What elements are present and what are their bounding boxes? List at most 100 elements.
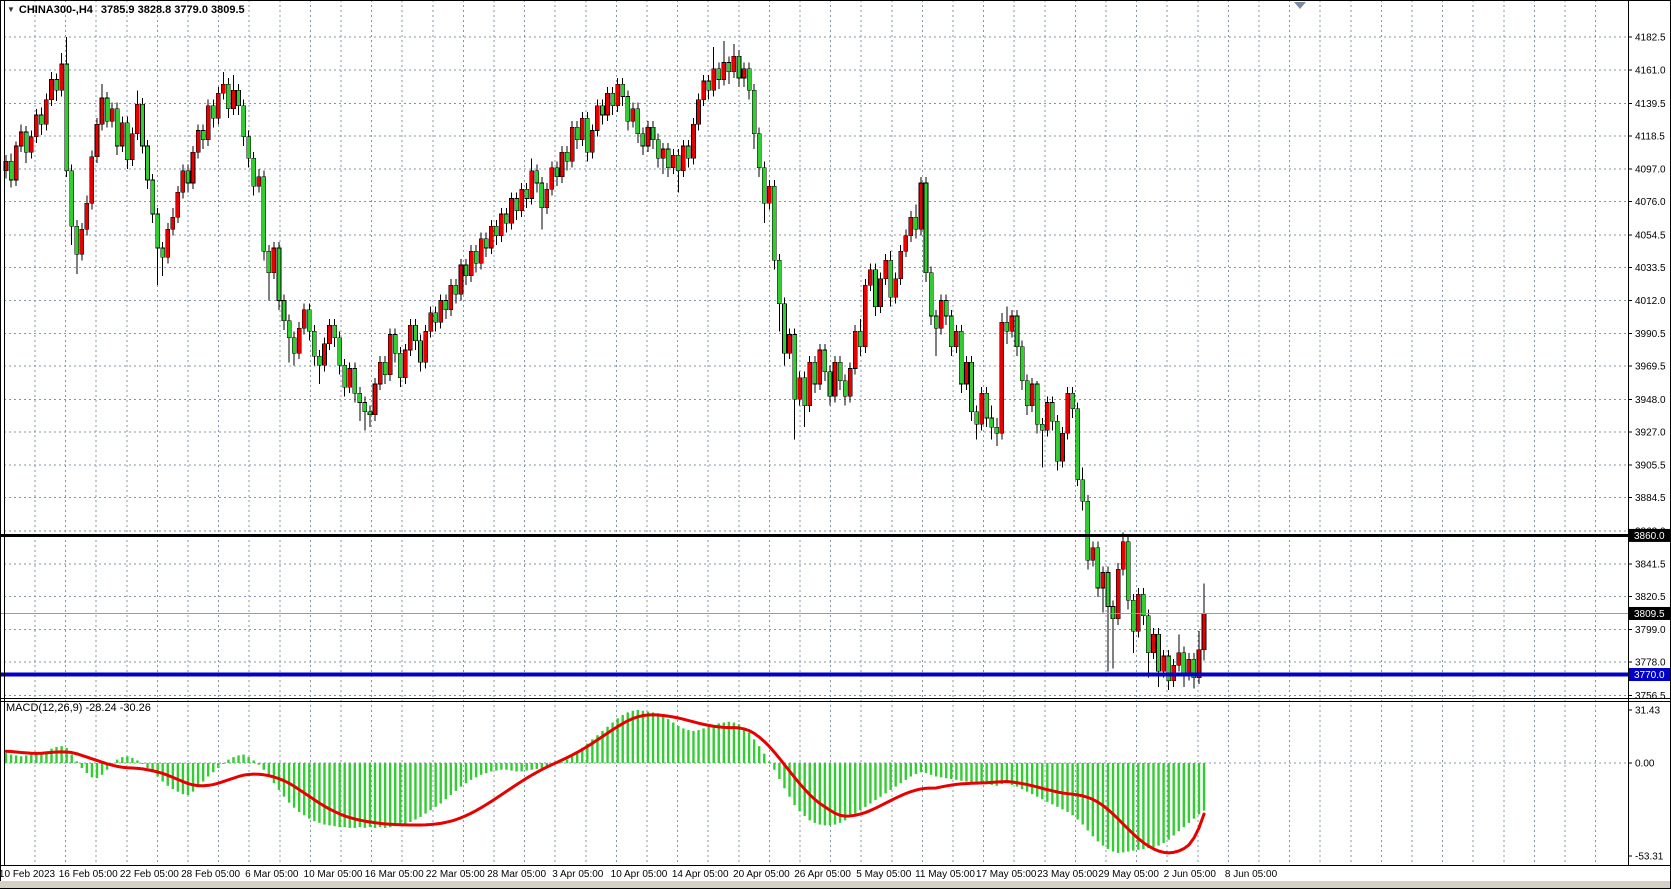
candle-up — [1136, 594, 1140, 631]
candle-up — [489, 226, 493, 248]
price-axis-label: 4054.5 — [1635, 230, 1666, 241]
time-axis[interactable]: 10 Feb 202316 Feb 05:0022 Feb 05:0028 Fe… — [0, 869, 1278, 880]
candle-up — [520, 189, 524, 211]
candle-up — [110, 109, 114, 121]
candle-up — [868, 270, 872, 285]
candle-down — [515, 199, 519, 211]
candle-up — [176, 192, 180, 217]
candle-down — [186, 171, 190, 183]
indicator-name: MACD(12,26,9) — [6, 702, 82, 714]
macd-histogram-bar — [748, 733, 750, 763]
candle-up — [1177, 653, 1181, 665]
macd-histogram-bar — [313, 763, 315, 821]
candle-down — [717, 69, 721, 80]
candle-up — [818, 350, 822, 384]
macd-histogram-bar — [1056, 763, 1058, 807]
candle-up — [469, 251, 473, 276]
macd-histogram-bar — [894, 763, 896, 787]
macd-histogram-bar — [475, 763, 477, 777]
candle-up — [1202, 613, 1206, 649]
candle-down — [985, 393, 989, 418]
chart-canvas[interactable]: 4182.54161.04139.54118.54097.04076.04054… — [0, 0, 1671, 889]
time-axis-label: 23 May 05:00 — [1037, 869, 1098, 880]
macd-histogram-bar — [369, 763, 371, 827]
macd-histogram-bar — [1112, 763, 1114, 852]
macd-histogram-bar — [399, 763, 401, 825]
macd-histogram-bar — [566, 760, 568, 763]
candle-down — [474, 251, 478, 263]
macd-histogram-bar — [35, 754, 37, 763]
macd-histogram-bar — [1061, 763, 1063, 809]
candle-up — [1187, 659, 1191, 674]
macd-histogram-bar — [278, 763, 280, 790]
price-axis-label: 4033.5 — [1635, 263, 1666, 274]
candle-up — [671, 155, 675, 167]
candle-down — [464, 265, 468, 276]
macd-histogram-bar — [874, 763, 876, 800]
candle-up — [429, 313, 433, 332]
price-axis-label: 4118.5 — [1635, 131, 1665, 142]
candle-up — [798, 378, 802, 400]
macd-histogram-bar — [96, 763, 98, 778]
candle-down — [115, 109, 119, 146]
macd-histogram-bar — [864, 763, 866, 807]
macd-histogram-bar — [222, 763, 224, 764]
macd-histogram-bar — [1152, 763, 1154, 847]
macd-histogram-bar — [429, 763, 431, 810]
candle-down — [762, 168, 766, 204]
candle-up — [722, 63, 726, 80]
candle-up — [1030, 384, 1034, 406]
macd-histogram-bar — [758, 746, 760, 763]
candle-up — [808, 362, 812, 405]
macd-histogram-bar — [384, 763, 386, 828]
macd-histogram-bar — [252, 760, 254, 763]
candle-down — [125, 123, 129, 160]
candle-up — [130, 134, 134, 160]
candle-down — [413, 325, 417, 340]
candle-down — [970, 362, 974, 411]
macd-histogram-bar — [126, 756, 128, 763]
macd-histogram-bar — [404, 763, 406, 824]
candle-down — [247, 137, 251, 159]
price-axis-label: 4139.5 — [1635, 99, 1666, 110]
candle-down — [828, 372, 832, 397]
candle-down — [757, 134, 761, 168]
candle-down — [525, 189, 529, 198]
symbol-dropdown-icon[interactable]: ▼ — [7, 5, 15, 14]
macd-histogram-bar — [793, 763, 795, 805]
candle-up — [1000, 322, 1004, 433]
candle-down — [75, 226, 79, 254]
candle-down — [1141, 594, 1145, 616]
price-axis-label: 3948.0 — [1635, 395, 1666, 406]
macd-histogram-bar — [131, 758, 133, 763]
candle-down — [889, 260, 893, 297]
candle-down — [1015, 316, 1019, 347]
candle-down — [1050, 403, 1054, 422]
macd-histogram-bar — [15, 755, 17, 763]
macd-histogram-bar — [1071, 763, 1073, 815]
candle-up — [120, 123, 124, 146]
candle-down — [1055, 421, 1059, 461]
ohlc-readout: 3785.9 3828.8 3779.0 3809.5 — [101, 4, 245, 16]
candle-down — [484, 239, 488, 248]
candle-down — [504, 214, 508, 223]
macd-histogram-bar — [642, 711, 644, 763]
macd-histogram-bar — [379, 763, 381, 827]
macd-histogram-bar — [30, 755, 32, 763]
price-axis[interactable]: 4182.54161.04139.54118.54097.04076.04054… — [1628, 33, 1670, 702]
candle-down — [535, 171, 539, 183]
candle-up — [919, 183, 923, 229]
candle-down — [1076, 409, 1080, 480]
candle-down — [1081, 480, 1085, 502]
macd-histogram-bar — [1127, 763, 1129, 852]
macd-histogram-bar — [303, 763, 305, 815]
macd-histogram-bar — [480, 763, 482, 775]
candle-down — [140, 104, 144, 146]
candle-down — [262, 177, 266, 251]
macd-histogram-bar — [702, 728, 704, 763]
candle-up — [231, 90, 235, 109]
candle-down — [843, 381, 847, 396]
time-axis-label: 22 Mar 05:00 — [426, 869, 485, 880]
candle-down — [55, 80, 59, 91]
price-axis-label: 3820.5 — [1635, 592, 1666, 603]
